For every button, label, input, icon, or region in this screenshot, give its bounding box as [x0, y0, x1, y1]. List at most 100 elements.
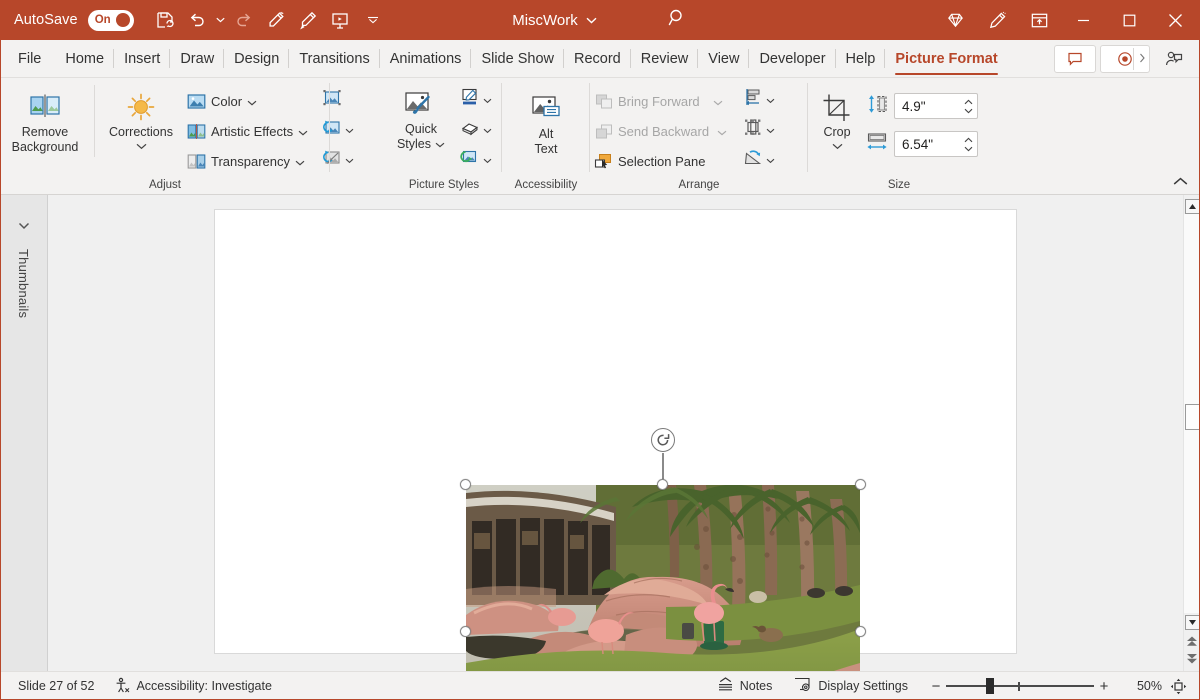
scroll-down-icon[interactable]: [1184, 615, 1200, 630]
slide-counter[interactable]: Slide 27 of 52: [8, 679, 104, 693]
shape-height-input[interactable]: 4.9": [894, 93, 978, 119]
transparency-chevron-down-icon[interactable]: [295, 154, 305, 169]
undo-icon[interactable]: [182, 5, 212, 35]
save-icon[interactable]: [150, 5, 180, 35]
crop-chevron-down-icon[interactable]: [832, 139, 843, 154]
start-presentation-icon[interactable]: [325, 5, 355, 35]
qat-more-chevron-icon[interactable]: [367, 16, 380, 24]
zoom-out-button[interactable]: −: [926, 678, 946, 695]
tab-file[interactable]: File: [0, 40, 55, 77]
corrections-chevron-down-icon[interactable]: [136, 139, 147, 154]
search-icon[interactable]: [667, 7, 688, 33]
notes-button[interactable]: Notes: [707, 677, 783, 695]
picture-border-refresh-chevron-down-icon[interactable]: [345, 121, 354, 139]
picture-effects-button[interactable]: [456, 115, 496, 145]
quick-styles-chevron-down-icon[interactable]: [435, 137, 445, 152]
tab-design[interactable]: Design: [224, 40, 290, 77]
thumbnails-pane[interactable]: Thumbnails: [0, 195, 48, 671]
color-button[interactable]: Color: [183, 86, 312, 116]
next-slide-icon[interactable]: [1184, 650, 1200, 667]
resize-handle-middle-left[interactable]: [460, 626, 471, 637]
tab-review[interactable]: Review: [631, 40, 699, 77]
tab-picture-format[interactable]: Picture Format: [885, 40, 1007, 77]
selection-pane-button[interactable]: Selection Pane: [590, 146, 731, 176]
group-objects-chevron-down-icon[interactable]: [766, 121, 775, 139]
collapse-ribbon-button[interactable]: [1170, 172, 1190, 190]
tab-transitions[interactable]: Transitions: [289, 40, 381, 77]
artistic-effects-chevron-down-icon[interactable]: [298, 124, 308, 139]
display-settings-button[interactable]: Display Settings: [784, 677, 918, 695]
document-title-chevron-icon[interactable]: [586, 11, 597, 29]
picture-border-chevron-down-icon[interactable]: [483, 91, 492, 109]
picture-layout-button[interactable]: [456, 145, 496, 175]
tab-home[interactable]: Home: [55, 40, 114, 77]
tab-view[interactable]: View: [698, 40, 750, 77]
alt-text-button[interactable]: Alt Text: [510, 83, 582, 157]
scrollbar-thumb[interactable]: [1184, 404, 1200, 430]
align-objects-chevron-down-icon[interactable]: [766, 91, 775, 109]
rotate-objects-button[interactable]: [739, 145, 779, 175]
tab-help[interactable]: Help: [836, 40, 886, 77]
send-backward-button[interactable]: Send Backward: [590, 116, 731, 146]
resize-handle-top-right[interactable]: [855, 479, 866, 490]
chevron-right-icon[interactable]: [18, 217, 30, 235]
tab-animations[interactable]: Animations: [380, 40, 472, 77]
resize-handle-top-center[interactable]: [657, 479, 668, 490]
pen-tool-icon[interactable]: [261, 5, 291, 35]
resize-handle-top-left[interactable]: [460, 479, 471, 490]
shape-height-spinner[interactable]: [964, 94, 973, 118]
remove-background-button[interactable]: Remove Background: [0, 83, 90, 155]
send-backward-chevron-down-icon[interactable]: [717, 124, 727, 139]
tab-draw[interactable]: Draw: [170, 40, 225, 77]
picture-reset-chevron-down-icon[interactable]: [345, 151, 354, 169]
picture-frame-button[interactable]: [318, 85, 358, 115]
undo-dropdown-chevron-icon[interactable]: [214, 17, 227, 23]
zoom-slider-track[interactable]: [946, 678, 1094, 694]
previous-slide-icon[interactable]: [1184, 633, 1200, 650]
group-objects-button[interactable]: [739, 115, 779, 145]
fit-to-window-icon[interactable]: [1164, 678, 1192, 695]
tab-slide-show[interactable]: Slide Show: [471, 40, 564, 77]
picture-layout-chevron-down-icon[interactable]: [483, 151, 492, 169]
artistic-effects-button[interactable]: Artistic Effects: [183, 116, 312, 146]
share-person-icon[interactable]: [1154, 45, 1194, 73]
zoom-in-button[interactable]: +: [1094, 678, 1114, 695]
picture-effects-chevron-down-icon[interactable]: [483, 121, 492, 139]
quick-styles-button[interactable]: Quick Styles: [386, 83, 456, 152]
vertical-scrollbar[interactable]: [1183, 195, 1200, 671]
chevron-right-icon[interactable]: [1139, 50, 1146, 68]
shape-width-input[interactable]: 6.54": [894, 131, 978, 157]
zoom-slider-thumb[interactable]: [986, 678, 994, 694]
picture-border-button[interactable]: [456, 85, 496, 115]
corrections-button[interactable]: Corrections: [99, 83, 183, 154]
shape-width-spinner[interactable]: [964, 132, 973, 156]
close-icon[interactable]: [1152, 0, 1198, 40]
autosave-toggle[interactable]: On: [87, 9, 134, 31]
comment-icon[interactable]: [1054, 44, 1096, 73]
rotate-objects-chevron-down-icon[interactable]: [766, 151, 775, 169]
resize-handle-middle-right[interactable]: [855, 626, 866, 637]
tab-record[interactable]: Record: [564, 40, 631, 77]
accessibility-status-button[interactable]: Accessibility: Investigate: [104, 677, 281, 696]
color-chevron-down-icon[interactable]: [247, 94, 257, 109]
crop-button[interactable]: Crop: [808, 83, 866, 154]
picture-content[interactable]: [466, 485, 860, 700]
highlighter-icon[interactable]: [293, 5, 323, 35]
minimize-icon[interactable]: [1060, 0, 1106, 40]
record-icon[interactable]: [1100, 44, 1150, 73]
rotate-handle-icon[interactable]: [651, 428, 675, 452]
align-objects-button[interactable]: [739, 85, 779, 115]
zoom-level[interactable]: 50%: [1122, 679, 1162, 693]
tab-developer[interactable]: Developer: [749, 40, 836, 77]
ribbon-display-options-icon[interactable]: [1018, 0, 1060, 40]
slide-canvas[interactable]: [48, 195, 1200, 700]
redo-icon[interactable]: [229, 5, 259, 35]
picture-border-refresh-button[interactable]: [318, 115, 358, 145]
zoom-slider[interactable]: − +: [926, 678, 1114, 695]
selected-picture[interactable]: [460, 479, 866, 700]
picture-reset-button[interactable]: [318, 145, 358, 175]
scroll-up-icon[interactable]: [1184, 199, 1200, 214]
bring-forward-chevron-down-icon[interactable]: [713, 94, 723, 109]
designer-pen-icon[interactable]: [976, 0, 1018, 40]
transparency-button[interactable]: Transparency: [183, 146, 312, 176]
